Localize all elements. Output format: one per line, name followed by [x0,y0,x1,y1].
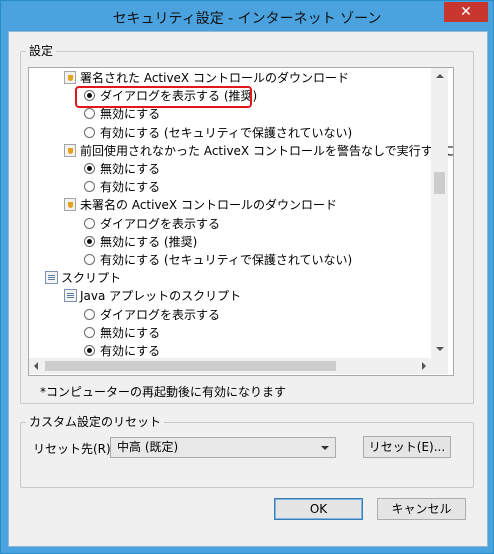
setting-label: 前回使用されなかった ActiveX コントロールを警告なしで実行することを許 [80,143,454,158]
radio-unselected-icon[interactable] [84,326,95,338]
scroll-down-icon[interactable] [436,347,444,351]
setting-label: 有効にする [100,180,161,195]
scrollbar-corner [431,358,448,374]
setting-label: 未署名の ActiveX コントロールのダウンロード [80,198,337,213]
scroll-up-icon[interactable] [436,74,444,78]
radio-unselected-icon[interactable] [84,126,95,138]
script-icon [45,271,58,285]
reset-group-label: カスタム設定のリセット [26,415,165,429]
ok-button[interactable]: OK [274,498,363,520]
reset-to-label: リセット先(R): [33,442,115,456]
close-button[interactable]: ✕ [444,2,488,22]
scroll-left-icon[interactable] [34,362,38,370]
setting-label: ダイアログを表示する [100,307,221,322]
radio-unselected-icon[interactable] [84,181,95,193]
shield-setting-icon [64,198,76,212]
highlight-annotation [75,86,252,108]
reset-level-value: 中高 (既定) [117,440,179,454]
setting-label: 無効にする (推奨) [100,234,198,249]
radio-unselected-icon[interactable] [84,108,95,120]
title-bar[interactable]: セキュリティ設定 - インターネット ゾーン ✕ [1,1,493,31]
setting-label: 有効にする (セキュリティで保護されていない) [100,253,353,267]
scroll-right-icon[interactable] [422,362,426,370]
window-title: セキュリティ設定 - インターネット ゾーン [112,11,382,27]
setting-label: 無効にする [100,162,161,176]
setting-label: スクリプト [61,271,122,286]
setting-label: Java アプレットのスクリプト [80,289,242,304]
radio-selected-icon[interactable] [84,235,95,247]
setting-label: 有効にする (セキュリティで保護されていない) [100,125,353,140]
reset-level-select[interactable]: 中高 (既定) [110,437,336,458]
restart-note: *コンピューターの再起動後に有効になります [40,385,287,399]
shield-setting-icon [64,71,76,84]
shield-setting-icon [64,143,76,157]
radio-selected-icon[interactable] [84,345,95,356]
settings-list[interactable]: 署名された ActiveX コントロールのダウンロード ダイアログを表示する (推… [28,67,454,376]
horizontal-scrollbar[interactable] [29,358,431,374]
vertical-scroll-thumb[interactable] [434,172,445,194]
script-icon [64,289,77,303]
cancel-button[interactable]: キャンセル [377,498,466,520]
radio-unselected-icon[interactable] [84,308,95,320]
radio-selected-icon[interactable] [84,163,95,174]
setting-label: ダイアログを表示する [100,216,221,231]
reset-button[interactable]: リセット(E)... [363,436,451,458]
setting-label: 署名された ActiveX コントロールのダウンロード [80,71,349,85]
setting-label: 無効にする [100,107,161,122]
setting-label: 無効にする [100,325,161,340]
settings-group-label: 設定 [26,44,57,58]
radio-unselected-icon[interactable] [84,217,95,229]
vertical-scrollbar[interactable] [431,68,448,358]
chevron-down-icon [321,446,329,450]
radio-unselected-icon[interactable] [84,254,95,265]
horizontal-scroll-thumb[interactable] [45,361,336,371]
